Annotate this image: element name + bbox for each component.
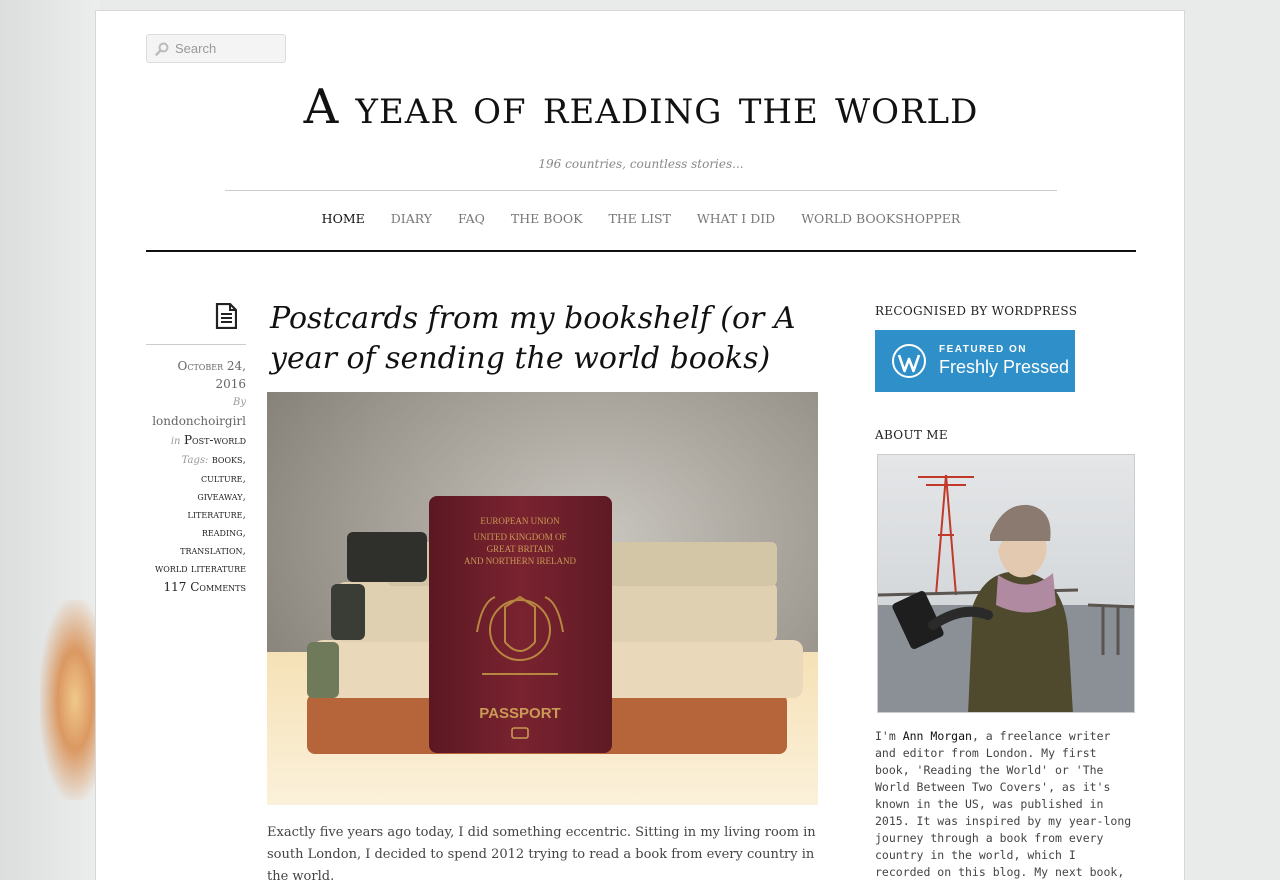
author-photo [878,455,1134,712]
post-category[interactable]: Post-world [184,433,246,447]
document-icon[interactable] [215,303,237,329]
widget-title-recognised: RECOGNISED BY WORDPRESS [875,304,1078,318]
passport-label: PASSPORT [479,705,560,722]
post-image[interactable]: EUROPEAN UNION UNITED KINGDOM OF GREAT B… [267,392,818,805]
post-date[interactable]: October 24, 2016 [146,357,247,393]
tag-link[interactable]: reading [202,526,243,539]
passport-header-2: UNITED KINGDOM OF [474,532,567,542]
site-title[interactable]: A year of reading the world [96,79,1186,135]
tag-link[interactable]: culture [201,472,242,485]
search-input[interactable] [175,41,285,56]
comments-link[interactable]: 117 Comments [164,580,247,594]
post-title[interactable]: Postcards from my bookshelf (or A year o… [270,299,830,379]
main-navigation: HOME DIARY FAQ THE BOOK THE LIST WHAT I … [96,211,1186,226]
tags-label: Tags: [181,455,209,466]
tag-link[interactable]: world literature [155,562,246,575]
nav-the-book[interactable]: THE BOOK [511,211,583,226]
post-meta: October 24, 2016 By londonchoirgirl in P… [146,357,246,597]
nav-divider [146,250,1136,252]
by-label: By [233,397,246,408]
passport-books-photo: EUROPEAN UNION UNITED KINGDOM OF GREAT B… [267,392,818,805]
author-name-link[interactable]: Ann Morgan [903,729,972,743]
search-box[interactable] [146,34,286,63]
wordpress-logo-icon [892,344,926,378]
nav-home[interactable]: HOME [322,211,365,226]
tag-link[interactable]: translation [180,544,242,557]
badge-large-text: Freshly Pressed [939,357,1070,377]
meta-divider [146,344,246,345]
nav-faq[interactable]: FAQ [458,211,485,226]
widget-title-about: ABOUT ME [875,428,948,442]
post-author[interactable]: londonchoirgirl [152,414,246,428]
nav-what-i-did[interactable]: WHAT I DID [697,211,775,226]
nav-the-list[interactable]: THE LIST [608,211,670,226]
about-me-photo[interactable] [877,454,1135,713]
tag-link[interactable]: literature [188,508,243,521]
passport-header-1: EUROPEAN UNION [480,516,560,526]
about-intro: I'm [875,729,903,743]
search-icon [155,42,169,56]
passport-header-3: GREAT BRITAIN [487,544,554,554]
tag-link[interactable]: books [212,453,243,466]
nav-world-bookshopper[interactable]: WORLD BOOKSHOPPER [801,211,960,226]
page-container: A year of reading the world 196 countrie… [95,10,1185,880]
badge-small-text: FEATURED ON [939,344,1027,355]
about-bio: , a freelance writer and editor from Lon… [875,729,1132,879]
tag-link[interactable]: giveaway [197,490,242,503]
in-label: in [170,436,181,447]
nav-diary[interactable]: DIARY [391,211,432,226]
header-divider [225,190,1057,191]
about-me-text: I'm Ann Morgan, a freelance writer and e… [875,728,1137,880]
site-tagline: 196 countries, countless stories... [538,157,744,171]
passport-header-4: AND NORTHERN IRELAND [464,556,576,566]
freshly-pressed-badge[interactable]: FEATURED ON Freshly Pressed [875,330,1075,392]
post-excerpt: Exactly five years ago today, I did some… [267,825,816,880]
